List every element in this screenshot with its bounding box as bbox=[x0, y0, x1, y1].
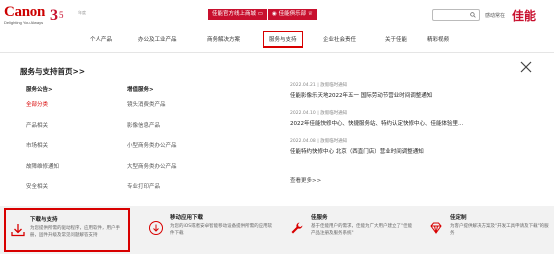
nav-item-personal[interactable]: 个人产品 bbox=[90, 35, 112, 43]
nav-item-csr[interactable]: 企业社会责任 bbox=[323, 35, 356, 43]
value-item-imaging[interactable]: 影像信息产品 bbox=[127, 122, 177, 143]
svg-text:5: 5 bbox=[59, 10, 64, 20]
jia-service-card[interactable]: 佳服务 基于佳能用户的需求，佳能为广大用户建立了"佳能产品注册及服务系统" bbox=[289, 206, 417, 254]
wrench-icon bbox=[291, 222, 303, 234]
value-item-large-office[interactable]: 大型商务类办公产品 bbox=[127, 163, 177, 184]
value-item-lens[interactable]: 镜头消费类产品 bbox=[127, 101, 177, 122]
news-title[interactable]: 佳能影像乐天地2022年五一 国际劳动节营业时间调整通知 bbox=[290, 91, 520, 99]
anniversary-logo-icon: 3 5 bbox=[50, 7, 64, 24]
nav-item-service-support[interactable]: 服务与支持 bbox=[263, 31, 303, 48]
download-support-title: 下载与支持 bbox=[30, 217, 58, 223]
nav-item-office-industry[interactable]: 办公及工业产品 bbox=[138, 35, 177, 43]
nav-item-business-solutions[interactable]: 商务解决方案 bbox=[207, 35, 240, 43]
panel-title-link[interactable]: 服务与支持首页>> bbox=[20, 66, 85, 77]
top-bar: Canon Delighting You Always 3 5 年度 佳能官方线… bbox=[0, 0, 554, 28]
svg-text:3: 3 bbox=[50, 7, 58, 24]
news-item[interactable]: 2022.04.10 | 放假临时通知 2022年佳能快修中心、快捷服务站、特约… bbox=[290, 110, 520, 127]
canon-club-button[interactable]: ◉ 佳能俱乐部 ♕ bbox=[268, 9, 317, 20]
jia-custom-title: 佳定制 bbox=[450, 215, 467, 221]
value-item-small-office[interactable]: 小型商务类办公产品 bbox=[127, 142, 177, 163]
nav-item-videos[interactable]: 精彩视频 bbox=[427, 35, 449, 43]
jia-service-title: 佳服务 bbox=[311, 215, 328, 221]
download-support-card[interactable]: 下载与支持 为您提供所需的驱动程序，应用软件，用户手册，固件升级及常见问题解答支… bbox=[4, 208, 130, 252]
mobile-app-desc: 为您的iOS或者安卓智能移动设备提供所需的应用软件下载 bbox=[170, 224, 273, 236]
cloud-download-icon bbox=[149, 221, 163, 235]
jia-service-desc: 基于佳能用户的需求，佳能为广大用户建立了"佳能产品注册及服务系统" bbox=[311, 224, 413, 236]
canon-logo[interactable]: Canon bbox=[4, 5, 45, 20]
notice-item-safety[interactable]: 安全相关 bbox=[26, 183, 59, 204]
news-item[interactable]: 2022.04.21 | 放假临时通知 佳能影像乐天地2022年五一 国际劳动节… bbox=[290, 82, 520, 99]
brand-slogan: 感动常在 bbox=[485, 13, 506, 19]
anniversary-label: 年度 bbox=[78, 10, 86, 15]
nav-item-about[interactable]: 关于佳能 bbox=[385, 35, 407, 43]
brand-name: 佳能 bbox=[512, 9, 537, 23]
crown-icon: ♕ bbox=[307, 11, 313, 17]
value-added-heading[interactable]: 增值服务> bbox=[127, 85, 177, 93]
mobile-app-card[interactable]: 移动应用下载 为您的iOS或者安卓智能移动设备提供所需的应用软件下载 bbox=[148, 206, 278, 254]
logo-slogan: Delighting You Always bbox=[4, 20, 44, 25]
notice-item-all[interactable]: 全部分类 bbox=[26, 101, 59, 122]
jia-custom-card[interactable]: 佳定制 为客户提供解决方案及"开发工具申请及下载"的服务 bbox=[428, 206, 552, 254]
download-support-desc: 为您提供所需的驱动程序，应用软件，用户手册，固件升级及常见问题解答支持 bbox=[30, 226, 120, 238]
search-input[interactable] bbox=[432, 9, 480, 21]
news-title[interactable]: 佳能特约快修中心 北京（西直门店）营业时间调整通知 bbox=[290, 147, 520, 155]
notice-item-repair[interactable]: 故障维修通知 bbox=[26, 163, 59, 184]
canon-club-label: 佳能俱乐部 bbox=[278, 11, 307, 17]
news-title[interactable]: 2022年佳能快修中心、快捷服务站、特约认定快修中心、佳能体验里... bbox=[290, 119, 520, 127]
service-notice-heading[interactable]: 服务公告> bbox=[26, 85, 59, 93]
cart-icon: ▭ bbox=[257, 11, 263, 17]
value-item-pro-print[interactable]: 专业打印产品 bbox=[127, 183, 177, 204]
download-icon bbox=[11, 224, 25, 237]
diamond-icon bbox=[430, 222, 442, 234]
see-more-link[interactable]: 查看更多>> bbox=[290, 176, 321, 184]
search-icon[interactable] bbox=[470, 12, 476, 18]
notice-item-market[interactable]: 市场相关 bbox=[26, 142, 59, 163]
main-nav: 个人产品 办公及工业产品 商务解决方案 服务与支持 企业社会责任 关于佳能 精彩… bbox=[0, 31, 554, 50]
nav-divider bbox=[0, 52, 554, 53]
value-added-column: 增值服务> 镜头消费类产品 影像信息产品 小型商务类办公产品 大型商务类办公产品… bbox=[127, 85, 177, 204]
news-meta: 2022.04.08 | 放假临时通知 bbox=[290, 139, 348, 144]
online-store-label: 佳能官方线上商城 bbox=[212, 11, 257, 17]
news-meta: 2022.04.10 | 放假临时通知 bbox=[290, 111, 348, 116]
mobile-app-title: 移动应用下载 bbox=[170, 215, 204, 221]
online-store-button[interactable]: 佳能官方线上商城 ▭ bbox=[208, 9, 267, 20]
notice-item-product[interactable]: 产品相关 bbox=[26, 122, 59, 143]
close-icon[interactable] bbox=[519, 60, 533, 74]
news-item[interactable]: 2022.04.08 | 放假临时通知 佳能特约快修中心 北京（西直门店）营业时… bbox=[290, 138, 520, 155]
club-icon: ◉ bbox=[272, 11, 277, 17]
news-meta: 2022.04.21 | 放假临时通知 bbox=[290, 83, 348, 88]
bottom-services-bar: 下载与支持 为您提供所需的驱动程序，应用软件，用户手册，固件升级及常见问题解答支… bbox=[0, 206, 554, 254]
service-notice-column: 服务公告> 全部分类 产品相关 市场相关 故障维修通知 安全相关 bbox=[26, 85, 59, 204]
jia-custom-desc: 为客户提供解决方案及"开发工具申请及下载"的服务 bbox=[450, 224, 549, 236]
